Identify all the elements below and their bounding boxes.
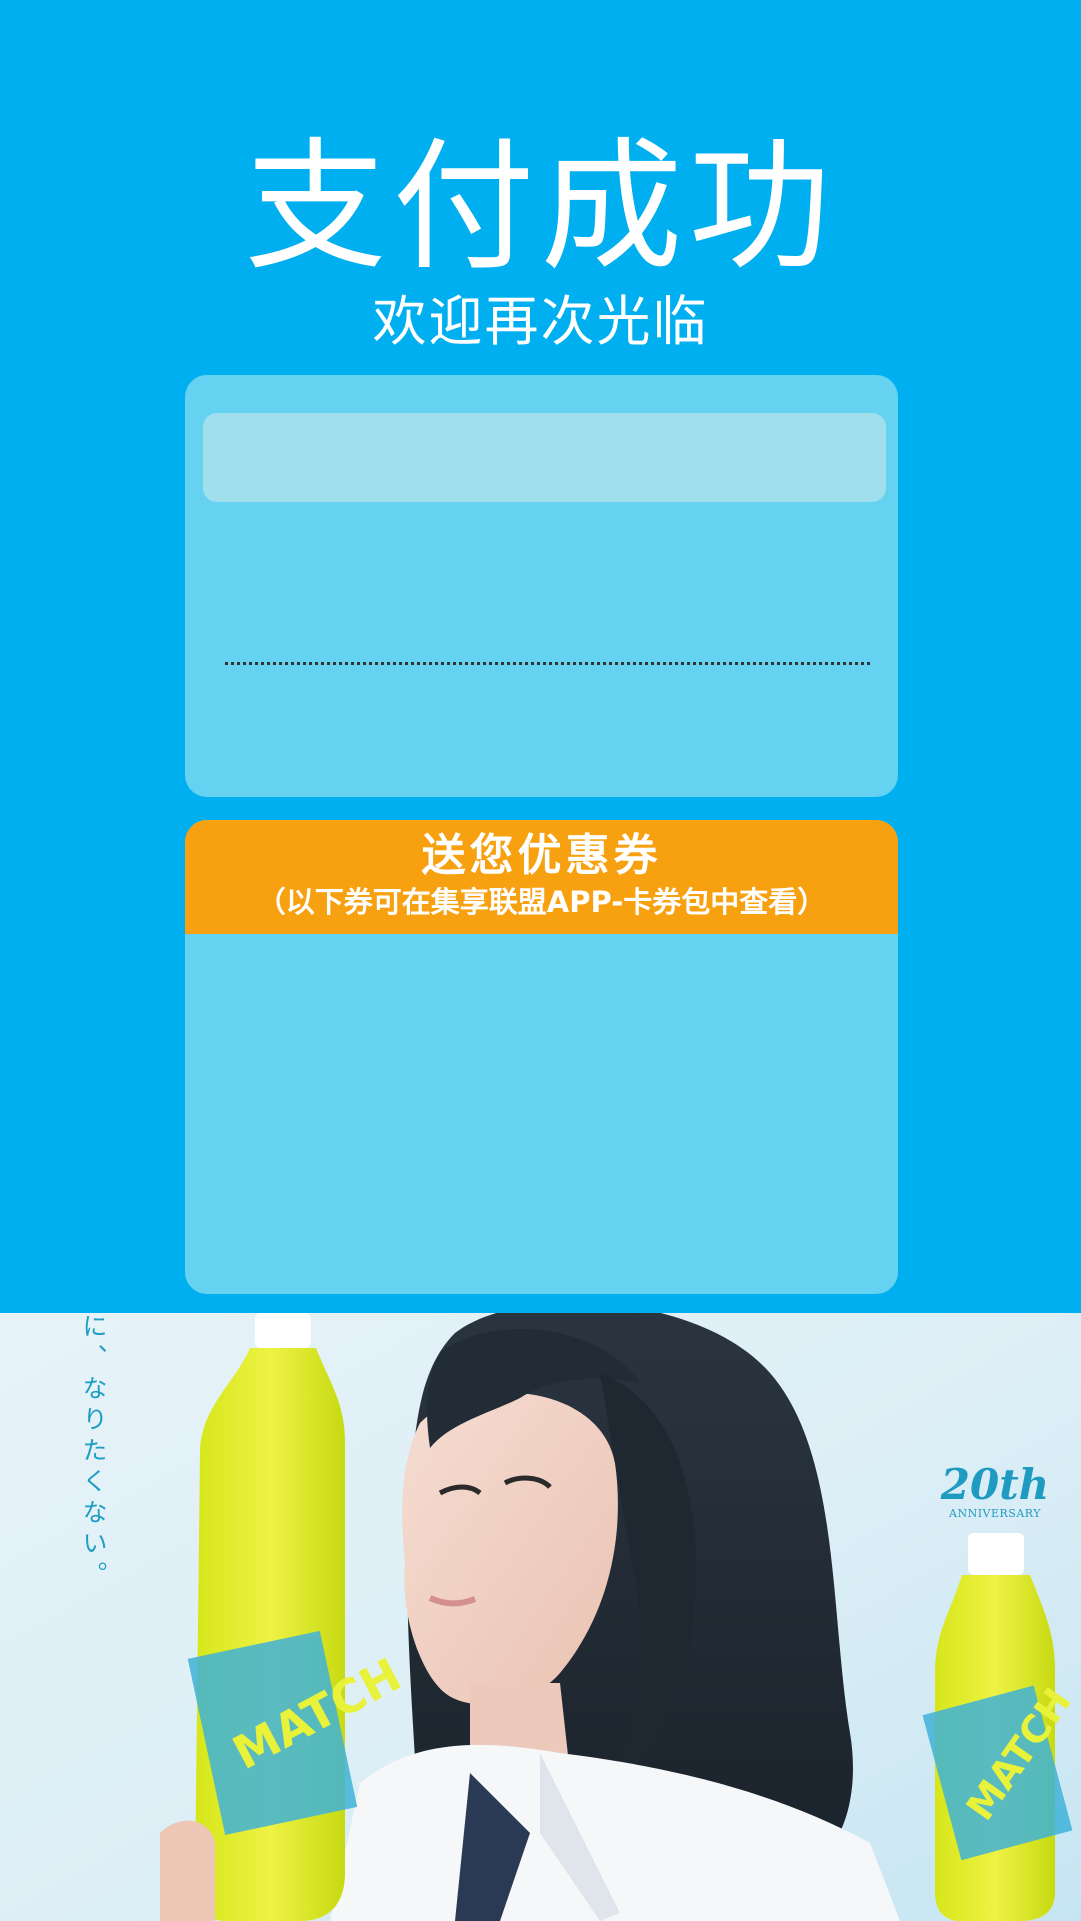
coupon-title: 送您优惠券 [421,830,662,881]
coupon-card: 送您优惠券 （以下券可在集享联盟APP-卡券包中查看） [185,820,898,1294]
ad-banner-image: MATCH MATCH [0,1313,1081,1921]
welcome-back-subtitle: 欢迎再次光临 [372,290,709,353]
receipt-dotted-divider [225,662,870,665]
ad-vertical-slogan: に、なりたくない。 [79,1313,108,1592]
coupon-header: 送您优惠券 （以下券可在集享联盟APP-卡券包中查看） [185,820,898,934]
coupon-note: （以下券可在集享联盟APP-卡券包中查看） [256,885,827,919]
ad-banner[interactable]: MATCH MATCH に、なりたくない。 20th ANNIVERSARY [0,1313,1081,1921]
receipt-card [185,375,898,797]
anniversary-number: 20th [940,1460,1050,1509]
anniversary-caption: ANNIVERSARY [949,1507,1041,1520]
anniversary-badge: 20th ANNIVERSARY [930,1463,1060,1521]
payment-success-title: 支付成功 [244,125,837,290]
receipt-placeholder-bar [203,413,886,502]
